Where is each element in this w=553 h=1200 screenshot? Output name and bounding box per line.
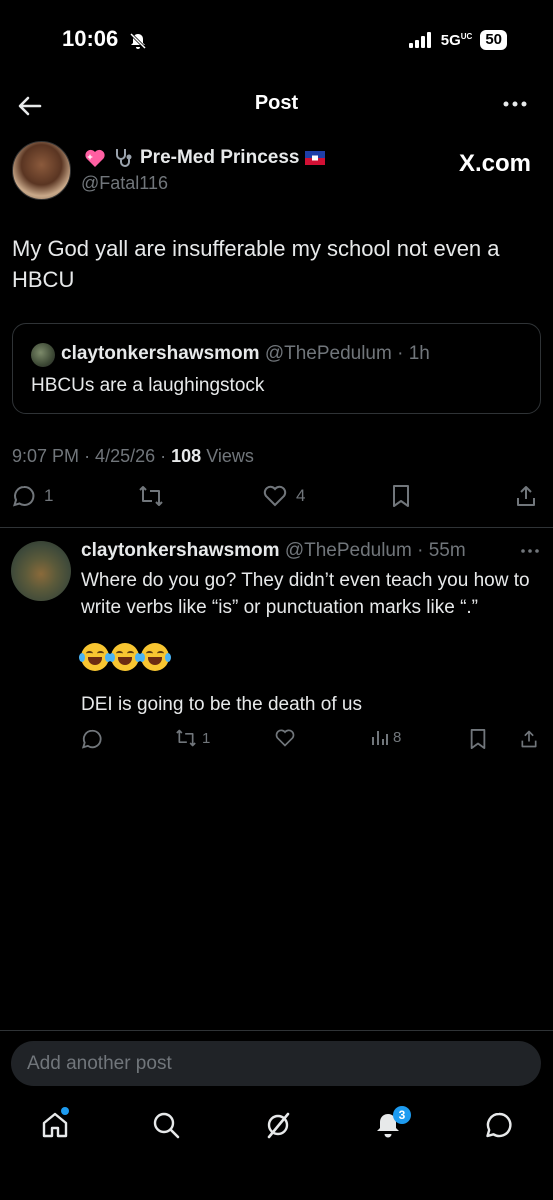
author-avatar[interactable] — [12, 141, 71, 200]
reply-author-handle: @ThePedulum — [284, 540, 412, 561]
stethoscope-icon — [116, 149, 132, 167]
reply-views-button[interactable]: 8 — [371, 728, 401, 746]
views-label: Views — [206, 446, 254, 466]
tears-of-joy-icon — [139, 643, 171, 671]
quoted-post-age: · 1h — [397, 343, 430, 364]
divider — [0, 527, 553, 528]
reply-composer[interactable] — [11, 1041, 541, 1086]
repost-icon — [139, 486, 163, 506]
heart-icon — [263, 485, 287, 507]
like-count: 4 — [296, 486, 306, 505]
quoted-author-avatar — [31, 343, 55, 367]
repost-button[interactable] — [137, 484, 165, 508]
like-button[interactable]: 4 — [262, 484, 305, 508]
reply-author-line[interactable]: claytonkershawsmom @ThePedulum · 55m — [81, 540, 466, 562]
reply-repost-count: 1 — [202, 729, 211, 747]
analytics-icon — [372, 731, 388, 745]
reply-button[interactable]: 1 — [12, 484, 53, 508]
post-time: 9:07 PM — [12, 446, 80, 466]
network-label: 5GUC — [440, 31, 473, 49]
page-title: Post — [254, 92, 299, 114]
haiti-flag-icon — [305, 151, 326, 165]
reply-share-button[interactable] — [519, 728, 539, 750]
reply-like-button[interactable] — [274, 728, 296, 748]
reply-repost-button[interactable]: 1 — [174, 728, 210, 748]
search-icon[interactable] — [151, 1110, 181, 1140]
battery-indicator: 50 — [480, 30, 507, 50]
reply-icon — [13, 485, 35, 507]
bell-muted-icon — [129, 32, 147, 50]
quoted-post-text: HBCUs are a laughingstock — [31, 375, 265, 396]
bookmark-icon — [393, 485, 409, 507]
share-icon — [521, 730, 537, 748]
x-com-label: X.com — [458, 150, 531, 177]
quoted-author-name: claytonkershawsmom — [61, 343, 260, 364]
author-name-line[interactable]: Pre-Med Princess — [84, 147, 326, 169]
home-notification-dot — [61, 1107, 69, 1115]
reply-icon — [81, 729, 102, 749]
post-date: · 4/25/26 · — [84, 446, 167, 466]
grok-icon[interactable] — [263, 1110, 293, 1140]
post-text: My God yall are insufferable my school n… — [12, 236, 500, 292]
share-button[interactable] — [514, 484, 538, 508]
quoted-author-line: claytonkershawsmom @ThePedulum · 1h — [61, 343, 430, 365]
reply-actions: 1 8 — [81, 728, 541, 754]
status-time: 10:06 — [62, 26, 119, 51]
reply-reply-button[interactable] — [81, 728, 103, 750]
reply-text: Where do you go? They didn’t even teach … — [81, 570, 530, 618]
repost-icon — [176, 729, 196, 747]
bookmark-icon — [470, 729, 486, 749]
sparkling-heart-icon — [85, 149, 105, 167]
signal-icon — [408, 32, 431, 48]
reply-age: · 55m — [417, 540, 466, 561]
status-indicators: 5GUC 50 — [408, 30, 507, 50]
author-handle[interactable]: @Fatal116 — [81, 173, 168, 194]
author-name: Pre-Med Princess — [140, 147, 300, 168]
messages-icon[interactable] — [484, 1110, 514, 1140]
reply-bookmark-button[interactable] — [468, 728, 488, 750]
divider — [0, 1030, 553, 1031]
bookmark-button[interactable] — [390, 484, 412, 508]
heart-icon — [275, 729, 295, 747]
more-options-icon[interactable] — [503, 100, 527, 108]
laughing-emojis — [79, 643, 171, 671]
post-meta: 9:07 PM · 4/25/26 · 108 Views — [12, 446, 254, 467]
reply-more-icon[interactable] — [521, 548, 539, 554]
post-actions: 1 4 — [12, 484, 541, 514]
notifications-badge: 3 — [393, 1106, 411, 1124]
reply-author-name: claytonkershawsmom — [81, 540, 280, 561]
views-count: 108 — [171, 446, 202, 466]
reply-author-avatar[interactable] — [11, 541, 71, 601]
tears-of-joy-icon — [79, 643, 111, 671]
reply-count: 1 — [44, 486, 54, 505]
quoted-author-handle: @ThePedulum — [264, 343, 392, 364]
reply-views-count: 8 — [393, 728, 402, 746]
share-icon — [517, 486, 535, 506]
reply-text-second: DEI is going to be the death of us — [81, 694, 362, 715]
quoted-post[interactable]: claytonkershawsmom @ThePedulum · 1h HBCU… — [12, 323, 541, 414]
add-post-input[interactable] — [11, 1041, 541, 1086]
tears-of-joy-icon — [109, 643, 141, 671]
